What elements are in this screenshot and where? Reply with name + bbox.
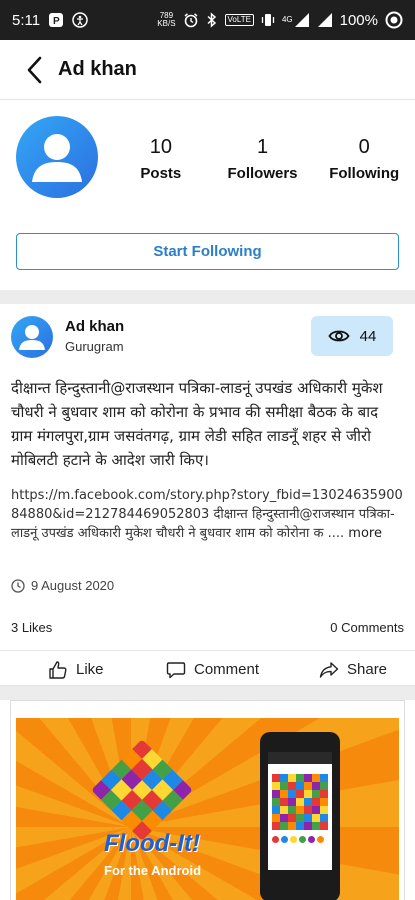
views-badge: 44 (311, 316, 393, 356)
alarm-icon (183, 12, 199, 28)
author-avatar[interactable] (11, 316, 53, 358)
author-name[interactable]: Ad khan (65, 318, 124, 335)
status-bar: 5:11 P 789 KB/S VoLTE 4G 100% (0, 0, 415, 40)
stat-label: Following (329, 165, 400, 182)
app-notification-icon: P (48, 12, 64, 28)
post-text: दीक्षान्त हिन्दुस्तानी@राजस्थान पत्रिका-… (11, 379, 383, 469)
post-card: Ad khan Gurugram 44 दीक्षान्त हिन्दुस्ता… (0, 304, 415, 686)
stat-posts[interactable]: 10 Posts (110, 136, 212, 182)
post-link-preview: https://m.facebook.com/story.php?story_f… (11, 486, 403, 543)
battery-level: 100% (339, 11, 378, 29)
share-icon (319, 661, 339, 678)
battery-circle-icon (385, 11, 403, 29)
stat-value: 0 (358, 136, 370, 158)
ad-title: Flood-It! (104, 830, 200, 857)
thumbs-up-icon (49, 660, 67, 679)
stat-label: Followers (227, 165, 298, 182)
profile-avatar[interactable] (16, 116, 98, 198)
stat-value: 10 (149, 136, 172, 158)
like-button[interactable]: Like (48, 660, 104, 680)
date-text: 9 August 2020 (31, 578, 115, 593)
app-header: Ad khan (0, 40, 415, 100)
comment-label: Comment (194, 661, 260, 678)
clock-icon (11, 578, 25, 593)
cell-signal-icon: 4G (282, 12, 310, 28)
stat-value: 1 (256, 136, 269, 158)
section-divider (0, 686, 415, 700)
signal-type: 4G (281, 15, 293, 24)
ad-subtitle: For the Android (104, 863, 202, 878)
back-button[interactable] (12, 48, 56, 92)
ad-card[interactable]: Flood-It! For the Android (0, 700, 415, 900)
phone-screen (268, 752, 332, 870)
more-link[interactable]: more (348, 526, 382, 541)
profile-stats: 10 Posts 1 Followers 0 Following (110, 136, 415, 182)
link-text[interactable]: https://m.facebook.com/story.php?story_f… (11, 488, 403, 541)
status-time: 5:11 (12, 11, 41, 29)
stat-following[interactable]: 0 Following (313, 136, 415, 182)
wifi-signal-icon (317, 12, 333, 28)
views-count: 44 (359, 327, 377, 345)
profile-section: 10 Posts 1 Followers 0 Following Start F… (0, 100, 415, 290)
comments-count[interactable]: 0 Comments (330, 620, 404, 635)
phone-graphic (260, 732, 340, 900)
author-location: Gurugram (65, 339, 124, 354)
bluetooth-icon (206, 12, 218, 28)
stat-followers[interactable]: 1 Followers (212, 136, 314, 182)
eye-icon (328, 330, 350, 342)
share-label: Share (347, 661, 388, 678)
volte-badge: VoLTE (224, 14, 254, 26)
start-following-button[interactable]: Start Following (16, 233, 399, 270)
post-actions: Like Comment Share (0, 650, 415, 688)
color-grid (272, 774, 328, 830)
post-counts: 3 Likes 0 Comments (11, 620, 404, 635)
post-header: Ad khan Gurugram 44 (11, 316, 405, 360)
user-icon (19, 325, 45, 350)
svg-text:P: P (53, 16, 60, 27)
page-title: Ad khan (58, 58, 137, 80)
stat-label: Posts (140, 165, 182, 182)
like-label: Like (76, 661, 104, 678)
user-icon (32, 134, 82, 182)
back-arrow-icon (27, 56, 42, 83)
section-divider (0, 290, 415, 304)
ad-image[interactable]: Flood-It! For the Android (16, 718, 399, 900)
share-button[interactable]: Share (319, 660, 387, 680)
comment-icon (166, 661, 186, 678)
comment-button[interactable]: Comment (166, 660, 259, 680)
net-speed-unit: KB/S (157, 19, 176, 28)
cube-graphic (91, 739, 193, 841)
net-speed: 789 KB/S (157, 12, 175, 28)
likes-count[interactable]: 3 Likes (11, 620, 52, 635)
vibrate-icon (261, 12, 275, 28)
post-date: 9 August 2020 (11, 578, 114, 593)
accessibility-icon (72, 12, 88, 28)
